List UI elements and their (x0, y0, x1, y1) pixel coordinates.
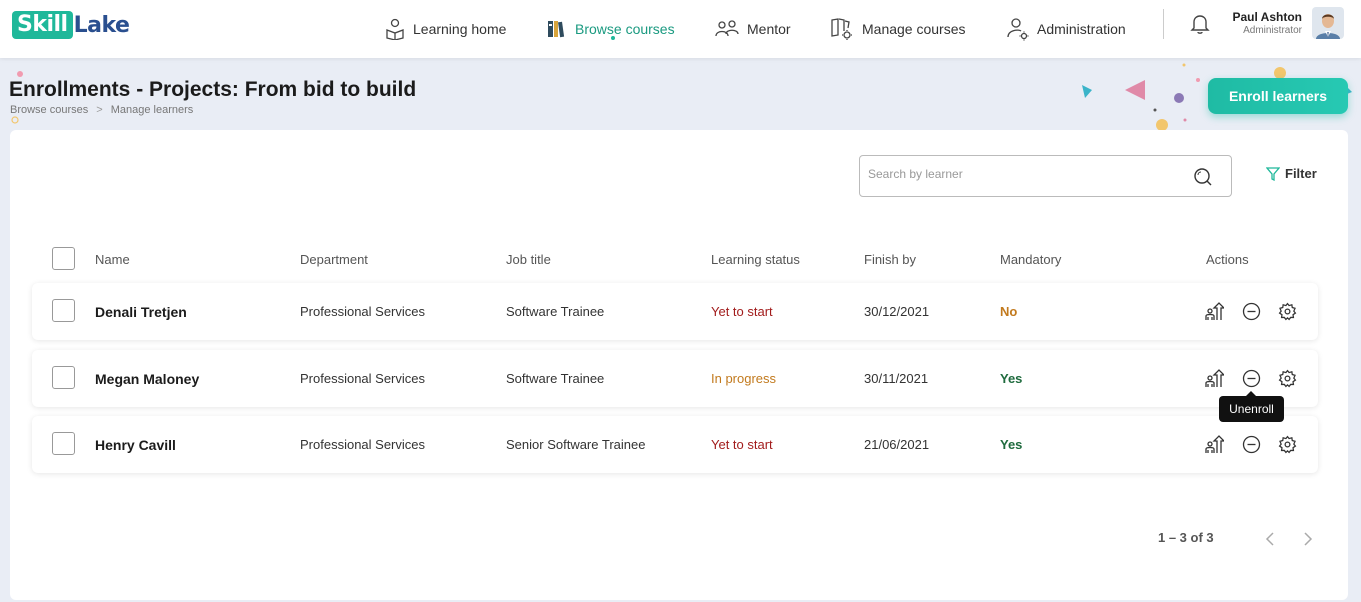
filter-label: Filter (1285, 166, 1317, 181)
learner-name[interactable]: Denali Tretjen (95, 304, 187, 320)
logo-lake-text: Lake (73, 12, 130, 38)
pagination-range: 1 – 3 of 3 (1158, 530, 1214, 545)
learner-department: Professional Services (300, 437, 425, 452)
confetti-decoration-left (11, 71, 23, 124)
row-checkbox[interactable] (52, 366, 75, 389)
user-name: Paul Ashton (1232, 10, 1302, 24)
bell-icon[interactable] (1190, 13, 1210, 35)
learner-job-title: Software Trainee (506, 371, 605, 386)
unenroll-icon[interactable] (1242, 302, 1261, 321)
row-checkbox[interactable] (52, 299, 75, 322)
breadcrumb-manage-learners[interactable]: Manage learners (111, 104, 194, 116)
logo-skill-text: Skill (12, 11, 73, 39)
learner-department: Professional Services (300, 304, 425, 319)
learning-status: Yet to start (711, 437, 773, 452)
breadcrumb-separator: > (96, 104, 103, 116)
column-finish-by[interactable]: Finish by (864, 252, 916, 267)
unenroll-icon[interactable] (1242, 369, 1261, 388)
nav-manage-courses[interactable]: Manage courses (830, 0, 966, 58)
column-department[interactable]: Department (300, 252, 368, 267)
top-bar: Skill Lake Learning home Browse courses M… (0, 0, 1361, 58)
finish-by-date: 21/06/2021 (864, 437, 930, 452)
learning-status: Yet to start (711, 304, 773, 319)
table-header: Name Department Job title Learning statu… (10, 245, 1348, 275)
column-mandatory[interactable]: Mandatory (1000, 252, 1061, 267)
nav-administration[interactable]: Administration (1007, 0, 1126, 58)
finish-by-date: 30/11/2021 (864, 371, 929, 386)
progress-report-icon[interactable] (1204, 435, 1224, 455)
unenroll-icon[interactable] (1242, 435, 1261, 454)
mandatory-value: Yes (1000, 437, 1023, 452)
skilllake-logo[interactable]: Skill Lake (12, 10, 130, 40)
search-box[interactable] (859, 155, 1232, 197)
header-divider (1163, 9, 1164, 39)
nav-label: Learning home (413, 21, 507, 37)
enroll-learners-button[interactable]: Enroll learners (1208, 78, 1348, 114)
learning-home-icon (386, 18, 404, 40)
table-row: Henry Cavill Professional Services Senio… (32, 416, 1318, 473)
chevron-right-icon[interactable] (1299, 530, 1315, 548)
select-all-checkbox[interactable] (52, 247, 75, 270)
learner-name[interactable]: Henry Cavill (95, 437, 176, 453)
nav-label: Browse courses (575, 21, 675, 37)
learner-job-title: Software Trainee (506, 304, 605, 319)
settings-gear-icon[interactable] (1278, 302, 1297, 321)
filter-button[interactable]: Filter (1266, 166, 1317, 181)
nav-label: Mentor (747, 21, 791, 37)
nav-learning-home[interactable]: Learning home (385, 0, 506, 58)
learning-status: In progress (711, 371, 777, 386)
table-row: Megan Maloney Professional Services Soft… (32, 350, 1318, 407)
books-icon (548, 21, 565, 38)
avatar[interactable] (1312, 7, 1344, 39)
nav-mentor[interactable]: Mentor (715, 0, 791, 58)
learner-name[interactable]: Megan Maloney (95, 371, 199, 387)
mandatory-value: Yes (1000, 371, 1023, 386)
finish-by-date: 30/12/2021 (864, 304, 930, 319)
column-job-title[interactable]: Job title (506, 252, 551, 267)
breadcrumb: Browse courses > Manage learners (10, 104, 193, 116)
search-input[interactable] (868, 167, 1178, 181)
unenroll-tooltip: Unenroll (1219, 391, 1284, 422)
nav-browse-courses[interactable]: Browse courses (547, 0, 675, 58)
page-title: Enrollments - Projects: From bid to buil… (9, 78, 417, 101)
progress-report-icon[interactable] (1204, 302, 1224, 322)
filter-icon (1266, 166, 1280, 181)
row-checkbox[interactable] (52, 432, 75, 455)
administration-icon (1007, 18, 1029, 41)
table-row: Denali Tretjen Professional Services Sof… (32, 283, 1318, 340)
mentor-icon (715, 20, 739, 37)
active-indicator (610, 36, 615, 40)
settings-gear-icon[interactable] (1278, 435, 1297, 454)
column-actions: Actions (1206, 252, 1249, 267)
mandatory-value: No (1000, 304, 1018, 319)
settings-gear-icon[interactable] (1278, 369, 1297, 388)
user-info[interactable]: Paul Ashton Administrator (1232, 10, 1302, 36)
manage-courses-icon (831, 18, 852, 40)
progress-report-icon[interactable] (1204, 369, 1224, 389)
column-learning-status[interactable]: Learning status (711, 252, 800, 267)
nav-label: Manage courses (862, 21, 966, 37)
learner-job-title: Senior Software Trainee (506, 437, 646, 452)
user-role: Administrator (1243, 25, 1302, 36)
nav-label: Administration (1037, 21, 1126, 37)
learner-department: Professional Services (300, 371, 425, 386)
column-name[interactable]: Name (95, 252, 130, 267)
search-icon[interactable] (1193, 167, 1213, 187)
chevron-left-icon[interactable] (1263, 530, 1279, 548)
